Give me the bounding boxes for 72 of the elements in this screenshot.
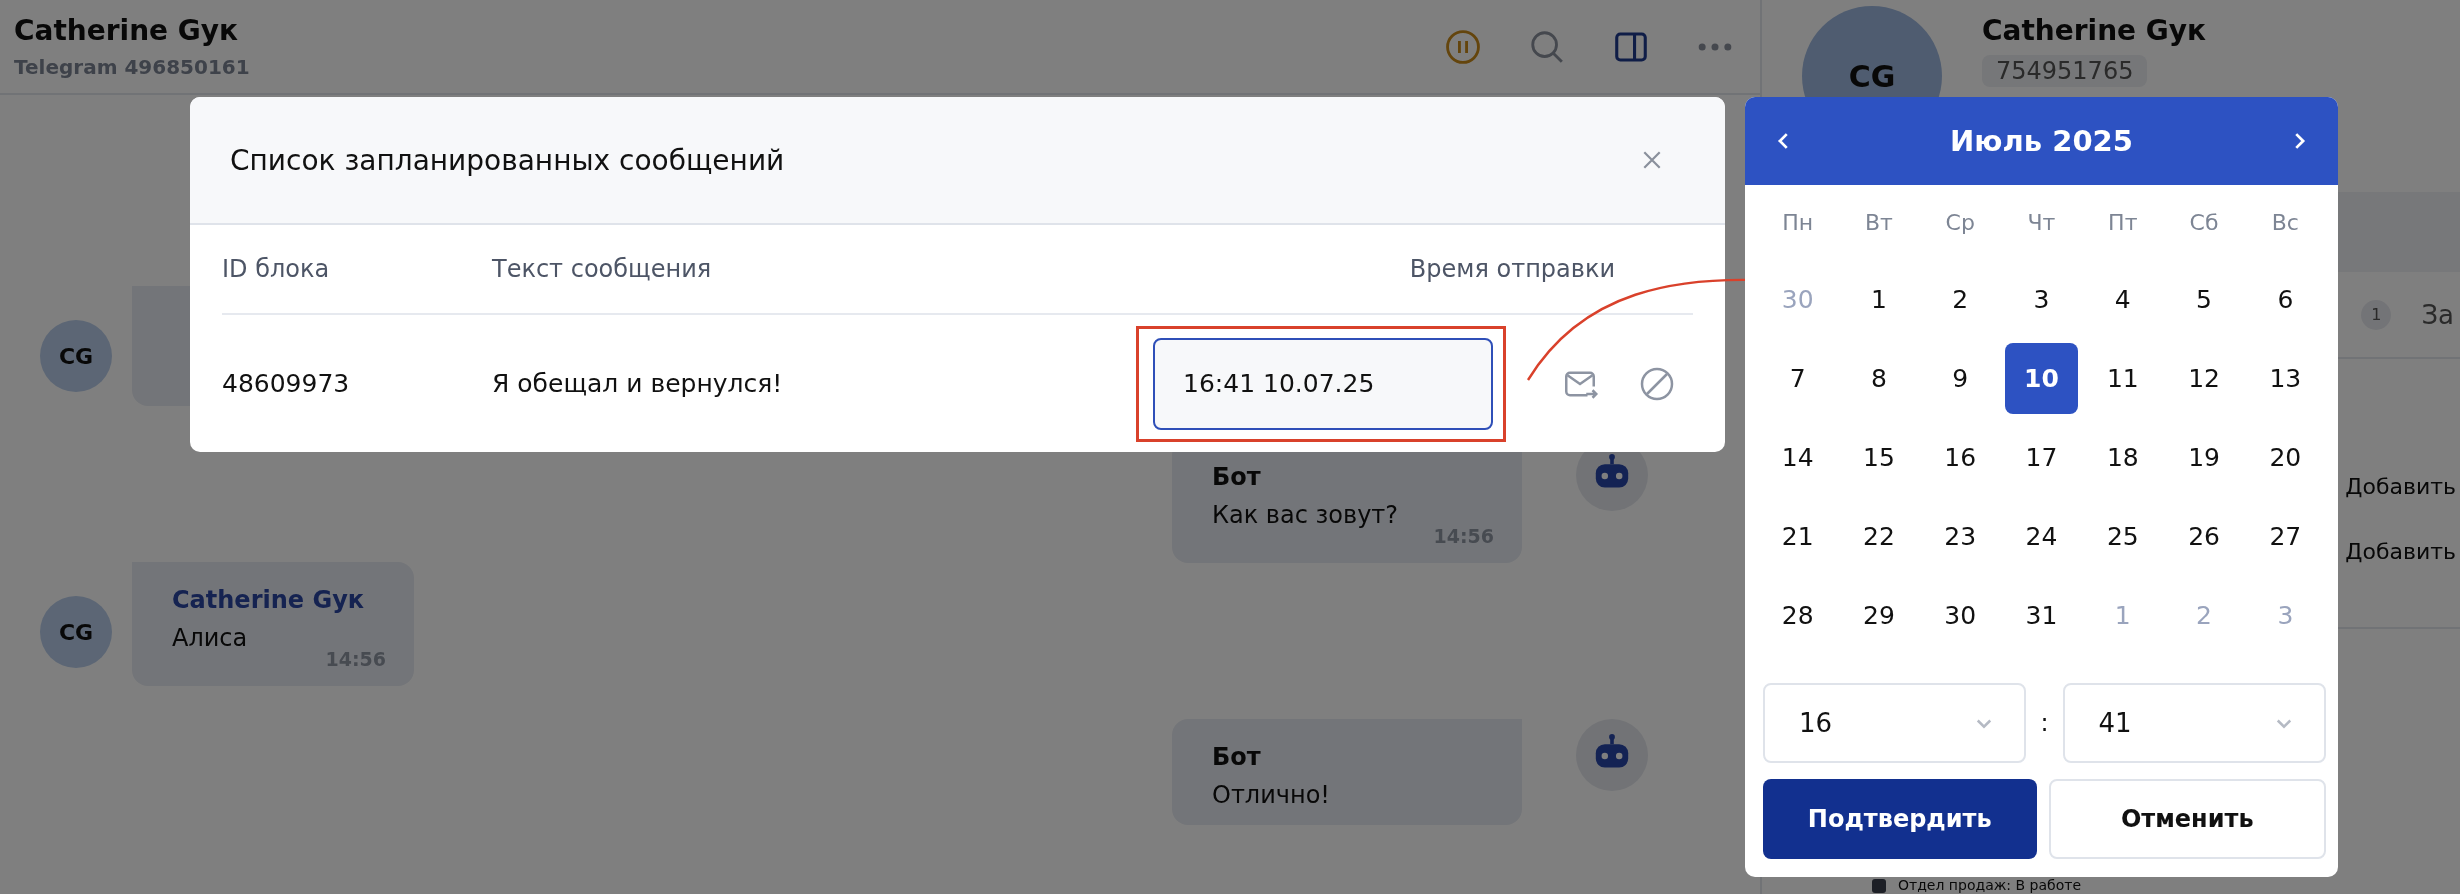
- message-author: Catherine Gyк: [172, 586, 366, 614]
- calendar-day[interactable]: 12: [2167, 343, 2241, 414]
- calendar-day[interactable]: 27: [2248, 501, 2322, 572]
- contact-name: Catherine Gyк: [14, 14, 240, 47]
- column-header: ID блока: [222, 255, 331, 283]
- calendar-day[interactable]: 4: [2086, 264, 2160, 335]
- weekday-label: Сб: [2188, 209, 2220, 237]
- calendar-day[interactable]: 23: [1923, 501, 1997, 572]
- robot-icon: [1576, 719, 1648, 791]
- weekday-label: Вт: [1863, 209, 1894, 237]
- table-cell-text: 48609973: [222, 369, 351, 398]
- calendar-day[interactable]: 13: [2248, 343, 2322, 414]
- calendar-day[interactable]: 7: [1761, 343, 1835, 414]
- channel-label: Telegram 496850161: [14, 55, 250, 79]
- calendar-day[interactable]: 1: [1842, 264, 1916, 335]
- calendar-day[interactable]: 14: [1761, 422, 1835, 493]
- month-label: Июль 2025: [1950, 124, 2133, 158]
- time-select[interactable]: 41: [2062, 683, 2326, 763]
- calendar-day[interactable]: 24: [2004, 501, 2079, 572]
- status-text: Отдел продаж: В работе: [1898, 877, 2081, 894]
- contact-name: Catherine Gyк: [1982, 14, 2207, 47]
- contact-id: 754951765: [1982, 55, 2148, 87]
- calendar-day[interactable]: 10: [2004, 343, 2079, 414]
- calendar-day[interactable]: 15: [1842, 422, 1916, 493]
- weekday-label: Ср: [1944, 209, 1976, 237]
- column-header: Текст сообщения: [492, 255, 713, 283]
- avatar: CG: [40, 596, 112, 668]
- message-author: Бот: [1212, 463, 1262, 491]
- add-link[interactable]: Добавить: [2345, 474, 2456, 499]
- weekday-label: Пн: [1781, 209, 1815, 237]
- cancel-button[interactable]: Отменить: [2048, 779, 2326, 859]
- calendar-day[interactable]: 16: [1923, 422, 1997, 493]
- weekday-label: Чт: [2026, 209, 2057, 237]
- calendar-day[interactable]: 6: [2248, 264, 2322, 335]
- weekday-label: Вс: [2270, 209, 2300, 237]
- calendar-day[interactable]: 8: [1842, 343, 1916, 414]
- calendar-day[interactable]: 31: [2004, 580, 2079, 651]
- calendar-day[interactable]: 25: [2086, 501, 2160, 572]
- message-text: Алиса: [172, 624, 249, 652]
- calendar-day[interactable]: 2: [1923, 264, 1997, 335]
- calendar-day[interactable]: 21: [1761, 501, 1835, 572]
- time-select[interactable]: 16: [1763, 683, 2027, 763]
- pause-icon[interactable]: [1444, 27, 1482, 66]
- calendar-day[interactable]: 29: [1842, 580, 1916, 651]
- calendar-day[interactable]: 11: [2086, 343, 2160, 414]
- status-icon: [1872, 878, 1886, 893]
- calendar-day[interactable]: 19: [2167, 422, 2241, 493]
- avatar: CG: [40, 320, 112, 392]
- confirm-button[interactable]: Подтвердить: [1763, 779, 2037, 859]
- calendar-day[interactable]: 26: [2167, 501, 2241, 572]
- calendar-day[interactable]: 28: [1761, 580, 1835, 651]
- calendar-day[interactable]: 5: [2167, 264, 2241, 335]
- add-link[interactable]: Добавить: [2345, 539, 2456, 564]
- close-icon[interactable]: [1641, 149, 1663, 171]
- tab[interactable]: За: [2421, 299, 2454, 330]
- time-separator: :: [2039, 709, 2050, 737]
- calendar-day[interactable]: 22: [1842, 501, 1916, 572]
- dialog-title: Список запланированных сообщений: [230, 143, 785, 177]
- time-field[interactable]: 16:41 10.07.25: [1153, 337, 1493, 430]
- message-text: Отлично!: [1212, 781, 1331, 809]
- column-header: Время отправки: [1409, 255, 1615, 283]
- calendar-day[interactable]: 30: [1923, 580, 1997, 651]
- tab-counter: 1: [2361, 299, 2392, 330]
- message-author: Бот: [1212, 743, 1262, 771]
- calendar-day[interactable]: 18: [2086, 422, 2160, 493]
- calendar-day[interactable]: 3: [2004, 264, 2079, 335]
- table-cell-text: Я обещал и вернулся!: [492, 369, 784, 398]
- calendar-day[interactable]: 17: [2004, 422, 2079, 493]
- calendar-day[interactable]: 20: [2248, 422, 2322, 493]
- calendar-day[interactable]: 9: [1923, 343, 1997, 414]
- message-text: Как вас зовут?: [1212, 501, 1400, 529]
- weekday-label: Пт: [2107, 209, 2139, 237]
